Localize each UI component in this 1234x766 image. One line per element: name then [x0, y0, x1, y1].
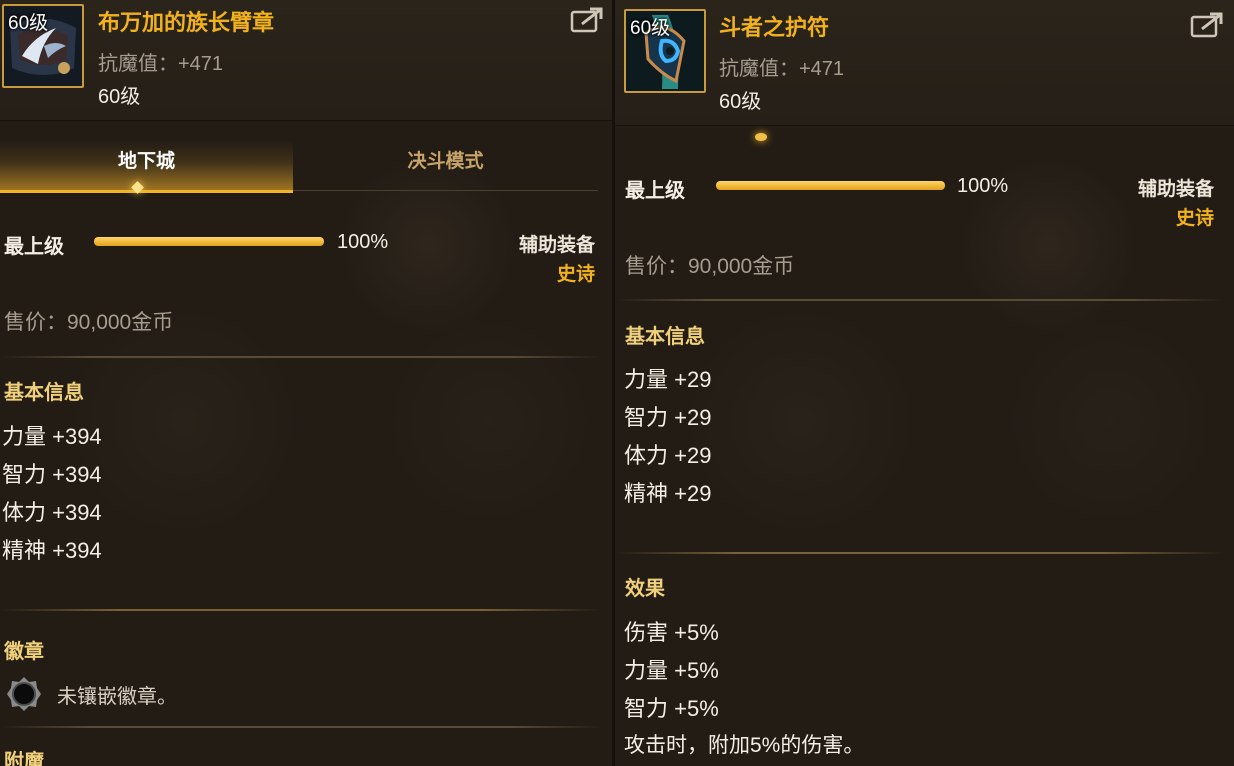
divider: [0, 726, 602, 728]
grade-label: 最上级: [4, 236, 64, 258]
grade-progress-fill: [716, 181, 945, 190]
effect-damage: 伤害 +5%: [624, 620, 719, 645]
effects-title: 效果: [625, 578, 665, 600]
emblem-slot-icon[interactable]: [6, 676, 42, 712]
tab-pvp[interactable]: 决斗模式: [293, 140, 598, 191]
grade-label: 最上级: [625, 180, 685, 202]
stat-spirit: 精神 +394: [2, 538, 102, 563]
effect-intelligence: 智力 +5%: [624, 696, 719, 721]
grade-percent: 100%: [337, 231, 389, 253]
share-icon[interactable]: [1190, 11, 1224, 39]
item-header: 60级 斗者之护符 抗魔值：+471 60级: [615, 0, 1234, 126]
basic-info-title: 基本信息: [4, 382, 84, 404]
item-level-badge: 60级: [8, 13, 49, 34]
item-level-badge: 60级: [630, 18, 671, 39]
slot-type: 辅助装备: [1137, 179, 1214, 200]
basic-info-title: 基本信息: [625, 326, 705, 348]
stat-vitality: 体力 +29: [624, 443, 712, 468]
left-item-tooltip: 60级 布万加的族长臂章 抗魔值：+471 60级 地下城 决斗模式 最上级 1…: [0, 0, 612, 766]
divider: [0, 609, 602, 611]
divider: [0, 356, 602, 358]
emblem-title: 徽章: [4, 641, 44, 663]
magic-resist-stat: 抗魔值：+471: [719, 58, 845, 80]
header-glow-indicator: [755, 133, 767, 141]
enchant-title: 附魔: [4, 751, 44, 766]
stat-vitality: 体力 +394: [2, 500, 102, 525]
item-level: 60级: [98, 86, 141, 108]
tab-dungeon[interactable]: 地下城: [0, 140, 293, 193]
item-header: 60级 布万加的族长臂章 抗魔值：+471 60级: [0, 0, 612, 121]
item-name: 布万加的族长臂章: [98, 10, 275, 35]
sell-price: 售价：90,000金币: [4, 311, 174, 334]
item-icon-frame[interactable]: 60级: [2, 4, 84, 88]
share-icon[interactable]: [570, 6, 604, 34]
stat-intelligence: 智力 +29: [624, 405, 712, 430]
stat-spirit: 精神 +29: [624, 481, 712, 506]
stat-strength: 力量 +394: [2, 424, 102, 449]
stat-intelligence: 智力 +394: [2, 462, 102, 487]
divider: [615, 552, 1224, 554]
grade-progress-bar: [716, 181, 945, 190]
effect-strength: 力量 +5%: [624, 658, 719, 683]
effect-on-attack: 攻击时，附加5%的伤害。: [624, 734, 865, 757]
grade-progress-fill: [94, 237, 324, 246]
rarity-label: 史诗: [556, 264, 595, 285]
grade-percent: 100%: [957, 175, 1009, 197]
right-item-tooltip: 60级 斗者之护符 抗魔值：+471 60级 最上级 100% 辅助装备 史诗 …: [615, 0, 1234, 766]
item-name: 斗者之护符: [719, 15, 830, 40]
item-level: 60级: [719, 91, 762, 113]
magic-resist-stat: 抗魔值：+471: [98, 53, 224, 75]
rarity-label: 史诗: [1175, 208, 1214, 229]
sell-price: 售价：90,000金币: [625, 255, 795, 278]
divider: [615, 299, 1224, 301]
item-icon-frame[interactable]: 60级: [624, 9, 706, 93]
slot-type: 辅助装备: [518, 235, 595, 256]
grade-progress-bar: [94, 237, 324, 246]
emblem-empty-text: 未镶嵌徽章。: [57, 686, 177, 708]
stat-strength: 力量 +29: [624, 367, 712, 392]
mode-tabs: 地下城 决斗模式: [0, 140, 598, 193]
